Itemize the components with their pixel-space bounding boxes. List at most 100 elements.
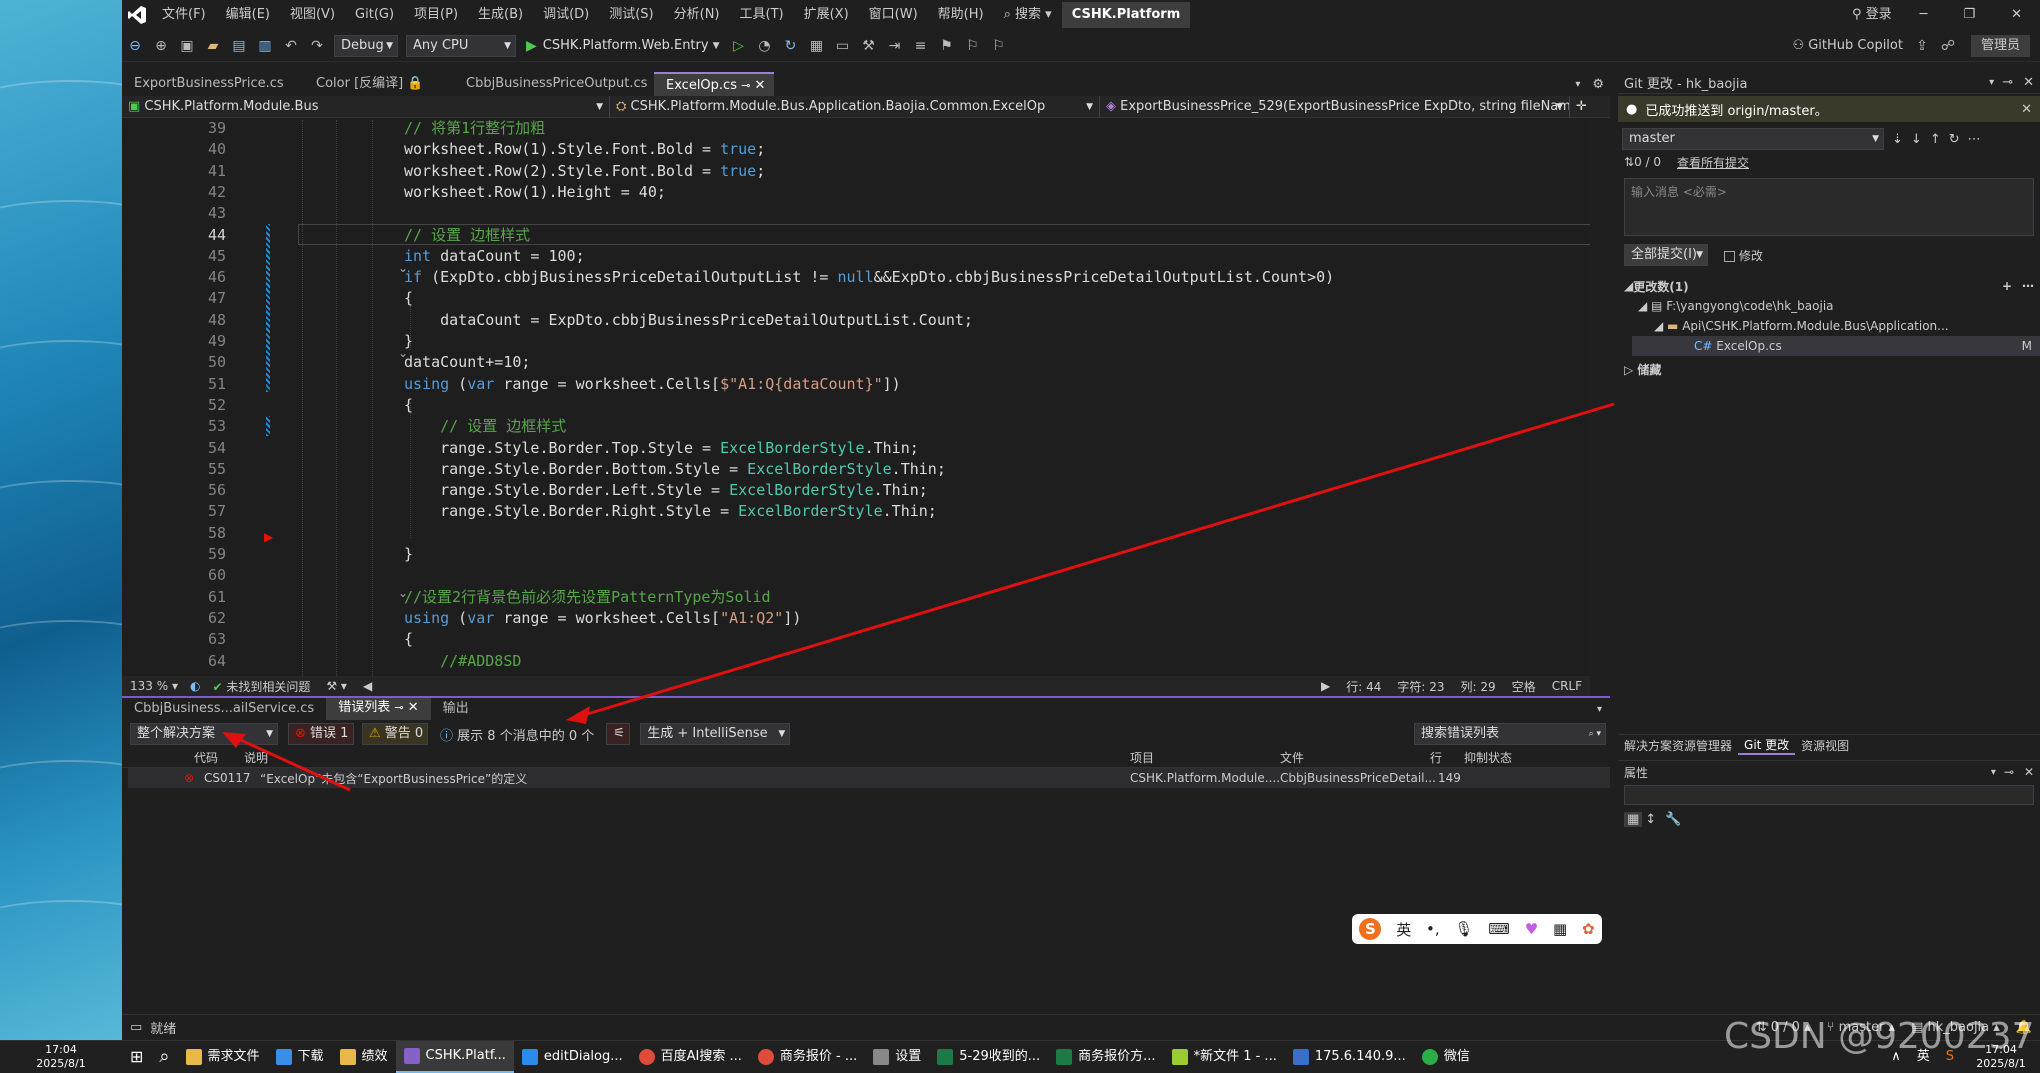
pin-icon[interactable]: ⊸ (2000, 765, 2018, 779)
pull-icon[interactable]: ↓ (1907, 132, 1926, 147)
taskbar-item[interactable]: 绩效 (332, 1041, 396, 1073)
menu-help[interactable]: 帮助(H) (928, 0, 994, 30)
project-dropdown[interactable]: ▣ CSHK.Platform.Module.Bus ▼ (122, 95, 610, 118)
new-project-icon[interactable]: ▣ (176, 35, 198, 57)
step-icon[interactable]: ⇥ (884, 35, 906, 57)
menu-window[interactable]: 窗口(W) (859, 0, 928, 30)
type-dropdown[interactable]: ⛭ CSHK.Platform.Module.Bus.Application.B… (610, 95, 1100, 118)
tab-resource-view[interactable]: 资源视图 (1795, 737, 1855, 754)
code-line[interactable]: } (404, 544, 413, 565)
table-row[interactable]: ⊗ CS0117 “ExcelOp”未包含“ExportBusinessPric… (128, 768, 1610, 788)
taskbar-item[interactable]: 百度AI搜索 ... (631, 1041, 750, 1073)
taskbar-item[interactable]: 微信 (1414, 1041, 1478, 1073)
menu-git[interactable]: Git(G) (345, 0, 404, 30)
code-line[interactable]: range.Style.Border.Right.Style = ExcelBo… (404, 501, 937, 522)
build-combo[interactable]: 生成 + IntelliSense ▼ (640, 723, 791, 745)
header-code[interactable]: 代码 (194, 749, 218, 766)
filter-icon[interactable]: ⚟ (606, 723, 631, 745)
bookmark-prev-icon[interactable]: ⚐ (962, 35, 984, 57)
taskbar-item[interactable]: 设置 (865, 1041, 929, 1073)
menu-file[interactable]: 文件(F) (152, 0, 216, 30)
comment-icon[interactable]: ≡ (910, 35, 932, 57)
member-dropdown[interactable]: ◈ ExportBusinessPrice_529(ExportBusiness… (1100, 95, 1570, 118)
start-debug-button[interactable]: ▶ CSHK.Platform.Web.Entry ▼ (520, 38, 726, 54)
code-line[interactable]: { (404, 395, 413, 416)
scope-combo[interactable]: 整个解决方案 ▼ (130, 723, 278, 745)
start-without-debug-icon[interactable]: ▷ (728, 35, 750, 57)
redo-icon[interactable]: ↷ (306, 35, 328, 57)
menu-project[interactable]: 项目(P) (404, 0, 468, 30)
search-button[interactable]: ⌕ (151, 1041, 177, 1073)
close-icon[interactable]: ✕ (2018, 765, 2040, 779)
code-line[interactable]: } (404, 331, 413, 352)
menu-analyze[interactable]: 分析(N) (664, 0, 730, 30)
tab-cbbj-service[interactable]: CbbjBusiness...ailService.cs (122, 698, 326, 720)
feedback-icon[interactable]: ☍ (1937, 35, 1959, 57)
undo-icon[interactable]: ↶ (280, 35, 302, 57)
skin-icon[interactable]: ♥ (1525, 920, 1538, 938)
taskbar-item[interactable]: 商务报价方... (1048, 1041, 1163, 1073)
amend-checkbox[interactable]: 修改 (1724, 247, 1763, 264)
bookmark-icon[interactable]: ⚑ (936, 35, 958, 57)
taskbar-item[interactable]: 商务报价 - ... (750, 1041, 865, 1073)
tab-excelop[interactable]: ExcelOp.cs ⊸ ✕ (654, 72, 774, 96)
taskbar-item[interactable]: 5-29收到的... (929, 1041, 1048, 1073)
alphabetical-icon[interactable]: ↕ (1642, 812, 1659, 827)
code-line[interactable]: worksheet.Row(1).Height = 40; (404, 182, 666, 203)
tree-file[interactable]: C# ExcelOp.cs M (1632, 336, 2040, 356)
menu-extensions[interactable]: 扩展(X) (794, 0, 859, 30)
eol-indicator[interactable]: CRLF (1544, 679, 1590, 693)
menu-edit[interactable]: 编辑(E) (216, 0, 280, 30)
header-description[interactable]: 说明 (244, 749, 268, 766)
header-line[interactable]: 行 (1430, 749, 1442, 766)
tools-icon[interactable]: ⚒ (858, 35, 880, 57)
minimize-button[interactable]: ─ (1902, 0, 1946, 30)
code-line[interactable]: dataCount+=10; (404, 352, 530, 373)
taskbar-item[interactable]: *新文件 1 - ... (1164, 1041, 1285, 1073)
warnings-filter[interactable]: ⚠ 警告 0 (362, 723, 428, 745)
code-line[interactable]: // 将第1行整行加粗 (404, 120, 545, 139)
categorized-icon[interactable]: ▦ (1624, 811, 1643, 827)
code-line[interactable]: dataCount = ExpDto.cbbjBusinessPriceDeta… (404, 310, 973, 331)
view-all-commits-link[interactable]: 查看所有提交 (1677, 154, 1749, 171)
panel-menu-icon[interactable]: ▾ (1985, 77, 1998, 88)
code-line[interactable]: //设置2行背景色前必须先设置PatternType为Solid (404, 587, 771, 608)
char-indicator[interactable]: 字符: 23 (1389, 678, 1452, 695)
code-editor[interactable]: ▶ ⌄ ⌄ ⌄ 39// 将第1行整行加粗 40 worksheet.Row(1).… (122, 120, 1590, 676)
settings-icon[interactable]: ⚙ (1586, 77, 1610, 92)
intellicode-icon[interactable]: ◐ (186, 679, 204, 693)
github-copilot-button[interactable]: ⚇ GitHub Copilot (1786, 38, 1909, 53)
output-icon[interactable]: ▭ (122, 1020, 150, 1035)
scroll-left-icon[interactable]: ◀ (355, 679, 380, 693)
issues-indicator[interactable]: ✔ 未找到相关问题 (204, 678, 318, 695)
sync-icon[interactable]: ↻ (1945, 132, 1964, 147)
menu-tools[interactable]: 工具(T) (730, 0, 794, 30)
code-line[interactable]: int dataCount = 100; (404, 246, 585, 267)
code-line[interactable]: range.Style.Border.Top.Style = ExcelBord… (404, 438, 919, 459)
split-icon[interactable]: ✛ (1570, 99, 1593, 114)
keyboard-icon[interactable]: ⌨ (1488, 920, 1510, 938)
tree-repo[interactable]: ◢ ▤ F:\yangyong\code\hk_baojia (1618, 296, 2040, 316)
code-line[interactable]: range.Style.Border.Bottom.Style = ExcelB… (404, 459, 946, 480)
close-icon[interactable]: ✕ (2017, 75, 2040, 90)
tab-error-list[interactable]: 错误列表 ⊸ ✕ (326, 698, 431, 720)
panel-menu-icon[interactable]: ▾ (1589, 704, 1610, 715)
mic-icon[interactable]: 🎙 (1454, 920, 1473, 938)
error-search-input[interactable]: 搜索错误列表 ⌕ ▾ (1414, 723, 1606, 745)
tab-git-changes[interactable]: Git 更改 (1738, 736, 1796, 755)
taskbar-item[interactable]: CSHK.Platf... (395, 1040, 514, 1073)
tab-exportbusinessprice[interactable]: ExportBusinessPrice.cs (122, 72, 304, 96)
tab-cbbjbusinesspriceoutput[interactable]: CbbjBusinessPriceOutput.cs (454, 72, 654, 96)
code-line[interactable]: //#ADD8SD (404, 651, 521, 672)
back-icon[interactable]: ⊖ (124, 35, 146, 57)
start-button[interactable]: ⊞ (122, 1041, 151, 1073)
platform-combo[interactable]: Any CPU ▼ (406, 34, 516, 57)
menu-build[interactable]: 生成(B) (468, 0, 533, 30)
header-file[interactable]: 文件 (1280, 749, 1304, 766)
code-line[interactable]: range.Style.Border.Left.Style = ExcelBor… (404, 480, 928, 501)
errors-filter[interactable]: ⊗ 错误 1 (288, 723, 354, 745)
save-all-icon[interactable]: ▥ (254, 35, 276, 57)
menu-test[interactable]: 测试(S) (599, 0, 663, 30)
restore-button[interactable]: ❐ (1945, 0, 1993, 30)
pin-icon[interactable]: ⊸ (1998, 75, 2017, 90)
